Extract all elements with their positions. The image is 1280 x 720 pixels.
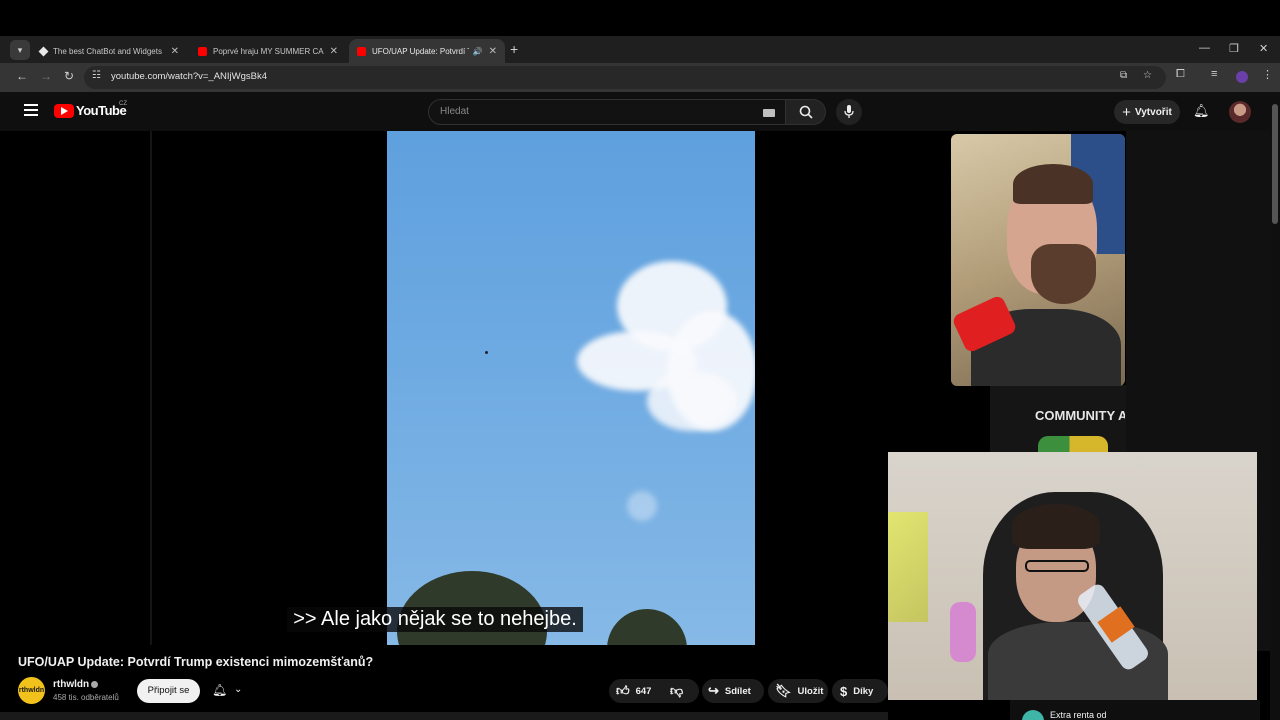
pink-microphone [950,602,976,662]
cloud-shape [627,491,657,521]
super-thanks-icon: $ [840,683,848,699]
diamond-favicon-icon [38,46,49,56]
verified-icon [91,681,98,688]
create-button[interactable]: + Vytvořit [1114,100,1180,124]
dislike-button[interactable]: 👎︎ [670,679,689,703]
community-badge [1038,436,1108,452]
subscription-bell-icon[interactable]: 🔔︎ [212,683,227,697]
tab-search-icon[interactable]: ▾ [10,40,30,60]
close-tab-icon[interactable]: ✕ [330,46,338,57]
site-info-icon[interactable]: ☷ [92,70,101,81]
extensions-icon[interactable]: ⧠ [1176,68,1185,81]
tab-summer-car[interactable]: Poprvé hraju MY SUMMER CAR ✕ [190,39,346,63]
back-icon[interactable]: ← [16,69,28,83]
browser-toolbar: ← → ↻ ☷ youtube.com/watch?v=_ANIjWgsBk4 … [0,63,1280,92]
youtube-header: YouTube CZ Hledat + Vytvořit 🔔︎ [0,92,1280,132]
join-button[interactable]: Připojit se [137,679,200,703]
video-frame-sky[interactable] [387,131,755,645]
url-text[interactable]: youtube.com/watch?v=_ANIjWgsBk4 [111,71,267,82]
browser-profile-avatar[interactable] [1236,71,1248,83]
thanks-label: Díky [853,685,874,697]
user-avatar[interactable] [1229,101,1251,123]
browser-tabstrip: ▾ The best ChatBot and Widgets ✕ Poprvé … [0,36,1280,63]
close-tab-icon[interactable]: ✕ [489,46,497,57]
reload-icon[interactable]: ↻ [64,69,74,83]
voice-search-button[interactable] [836,99,862,125]
sidebar-video-title[interactable]: Extra renta od [1050,710,1107,720]
bookmark-star-icon[interactable]: ☆ [1143,70,1152,81]
person-beard [1031,244,1096,304]
player-divider [150,131,152,645]
person-hair [1012,504,1100,549]
screen: ▾ The best ChatBot and Widgets ✕ Poprvé … [0,0,1280,720]
install-app-icon[interactable]: ⧉ [1120,70,1127,81]
notifications-bell-icon[interactable]: 🔔︎ [1193,103,1210,119]
tab-title: Poprvé hraju MY SUMMER CAR [213,46,324,56]
community-heading: COMMUNITY A [1035,408,1125,423]
keyboard-icon[interactable] [763,109,775,117]
minimize-icon[interactable]: — [1199,42,1210,54]
share-button[interactable]: ↪ Sdílet [708,679,751,703]
cloud-shape [647,371,737,431]
country-code: CZ [119,101,127,107]
tab-ufo-active[interactable]: UFO/UAP Update: Potvrdí Tr 🔊 ✕ [349,39,505,63]
webcam-overlay-bottom [888,452,1257,700]
microphone-icon [844,105,854,118]
bookmark-icon: 🔖︎ [775,683,792,698]
channel-name[interactable]: rthwldn [53,679,89,690]
save-button[interactable]: 🔖︎ Uložit [775,679,823,703]
like-button[interactable]: 👍︎ 647 [616,679,651,703]
sidebar-item-bg [1010,700,1260,720]
channel-avatar[interactable]: rthwldn [18,677,45,704]
close-tab-icon[interactable]: ✕ [171,46,179,57]
person-hair [1013,164,1093,204]
search-placeholder: Hledat [440,106,469,117]
share-icon: ↪ [708,683,719,698]
new-tab-icon[interactable]: + [510,41,518,57]
webcam-overlay-top [951,134,1125,386]
page-scrollbar[interactable] [1270,92,1280,720]
background-light [888,512,928,622]
tab-title: UFO/UAP Update: Potvrdí Tr [372,46,469,56]
chevron-down-icon[interactable]: ⌄ [234,684,242,695]
media-control-icon[interactable]: ≡ [1211,68,1217,80]
description-box-edge [0,712,888,720]
like-count: 647 [635,685,652,697]
scrollbar-thumb[interactable] [1272,104,1278,224]
close-window-icon[interactable]: ✕ [1259,42,1268,55]
subscriber-count: 458 tis. odběratelů [53,693,119,702]
thumbs-down-icon: 👎︎ [670,683,684,698]
thumbs-up-icon: 👍︎ [616,683,630,698]
ufo-dot [485,351,488,354]
youtube-favicon-icon [198,46,207,56]
subtitle-text: >> Ale jako nějak se to nehejbe. [287,607,583,632]
tab-title: The best ChatBot and Widgets [53,46,162,56]
save-label: Uložit [797,685,824,697]
browser-menu-icon[interactable]: ⋮ [1262,68,1273,81]
thanks-button[interactable]: $ Díky [840,679,873,703]
forward-icon[interactable]: → [40,69,52,83]
search-input[interactable]: Hledat [428,99,786,125]
search-icon [799,105,813,119]
plus-icon: + [1122,103,1131,121]
subtitle-container: >> Ale jako nějak se to nehejbe. [0,607,870,632]
tab-chatbot[interactable]: The best ChatBot and Widgets ✕ [32,39,187,63]
video-title: UFO/UAP Update: Potvrdí Trump existenci … [18,655,374,669]
address-bar[interactable]: ☷ youtube.com/watch?v=_ANIjWgsBk4 ⧉ ☆ [84,66,1166,89]
hamburger-menu-icon[interactable] [24,104,38,116]
share-label: Sdílet [724,685,751,697]
speaker-icon[interactable]: 🔊 [473,47,483,56]
youtube-favicon-icon [357,46,366,56]
restore-icon[interactable]: ❐ [1229,42,1239,55]
search-button[interactable] [786,99,826,125]
youtube-logo-icon[interactable] [54,104,74,118]
create-label: Vytvořit [1134,106,1172,118]
person-glasses [1025,560,1089,572]
